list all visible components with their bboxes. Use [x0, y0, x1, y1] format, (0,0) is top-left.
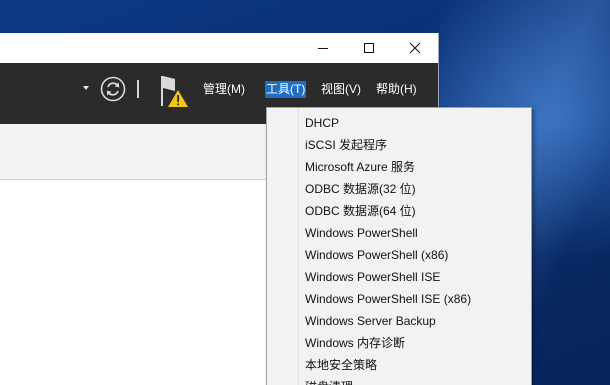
dropdown-caret-icon[interactable] — [83, 86, 89, 90]
menu-item-powershell-x86[interactable]: Windows PowerShell (x86) — [305, 244, 448, 266]
menu-item-server-backup[interactable]: Windows Server Backup — [305, 310, 436, 332]
maximize-button[interactable] — [346, 33, 392, 63]
title-bar — [0, 33, 438, 63]
menu-view[interactable]: 视图(V) — [320, 81, 362, 98]
menu-manage[interactable]: 管理(M) — [202, 81, 246, 98]
close-button[interactable] — [392, 33, 438, 63]
menu-help[interactable]: 帮助(H) — [375, 81, 418, 98]
menu-item-powershell[interactable]: Windows PowerShell — [305, 222, 418, 244]
menu-item-powershell-ise-x86[interactable]: Windows PowerShell ISE (x86) — [305, 288, 471, 310]
menu-item-azure-services[interactable]: Microsoft Azure 服务 — [305, 156, 415, 178]
menu-item-powershell-ise[interactable]: Windows PowerShell ISE — [305, 266, 440, 288]
toolbar-separator — [137, 80, 139, 98]
menu-item-iscsi-initiator[interactable]: iSCSI 发起程序 — [305, 134, 387, 156]
menu-tools[interactable]: 工具(T) — [265, 81, 307, 98]
menu-item-dhcp[interactable]: DHCP — [305, 112, 339, 134]
minimize-icon — [318, 48, 328, 49]
minimize-button[interactable] — [300, 33, 346, 63]
close-icon — [409, 42, 421, 54]
notifications-flag-icon[interactable] — [158, 73, 190, 109]
menu-item-disk-cleanup[interactable]: 磁盘清理 — [305, 376, 353, 385]
menu-icon-gutter — [298, 108, 299, 385]
maximize-icon — [364, 43, 374, 53]
menu-item-memory-diagnostic[interactable]: Windows 内存诊断 — [305, 332, 405, 354]
menu-item-local-security-policy[interactable]: 本地安全策略 — [305, 354, 377, 376]
menu-item-odbc-32[interactable]: ODBC 数据源(32 位) — [305, 178, 416, 200]
tools-dropdown-menu: DHCP iSCSI 发起程序 Microsoft Azure 服务 ODBC … — [266, 107, 532, 385]
refresh-icon[interactable] — [100, 76, 126, 102]
menu-item-odbc-64[interactable]: ODBC 数据源(64 位) — [305, 200, 416, 222]
